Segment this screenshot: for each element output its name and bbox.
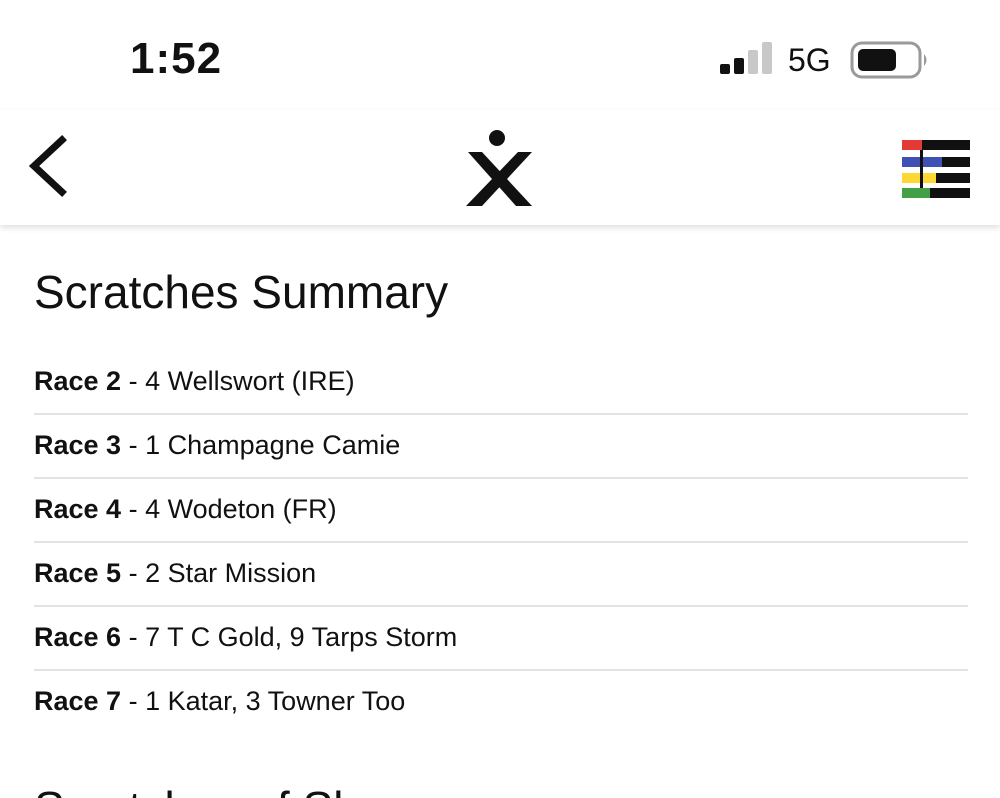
separator: - (121, 686, 146, 716)
network-label: 5G (788, 42, 831, 78)
status-time: 1:52 (130, 34, 223, 83)
race-label: Race 7 (34, 686, 122, 716)
cellular-signal-icon (720, 42, 772, 74)
scratch-row: Race 7 - 1 Katar, 3 Towner Too (34, 671, 968, 733)
separator: - (121, 494, 146, 524)
scratch-list: Race 2 - 4 Wellswort (IRE) Race 3 - 1 Ch… (34, 351, 968, 733)
scratch-row: Race 3 - 1 Champagne Camie (34, 415, 968, 479)
race-label: Race 5 (34, 558, 122, 588)
next-section-heading: Scratches of Sha... (34, 781, 423, 798)
separator: - (121, 366, 146, 396)
scratch-detail: 4 Wodeton (FR) (145, 494, 337, 524)
separator: - (121, 622, 146, 652)
battery-icon (850, 41, 927, 79)
race-label: Race 6 (34, 622, 122, 652)
race-label: Race 4 (34, 494, 122, 524)
striped-menu-icon (902, 140, 970, 198)
scratch-detail: 4 Wellswort (IRE) (145, 366, 355, 396)
scratch-detail: 7 T C Gold, 9 Tarps Storm (145, 622, 458, 652)
menu-button[interactable] (898, 138, 972, 200)
race-label: Race 2 (34, 366, 122, 396)
scratch-row: Race 5 - 2 Star Mission (34, 543, 968, 607)
status-bar: 1:52 5G (0, 0, 1000, 110)
scratch-row: Race 4 - 4 Wodeton (FR) (34, 479, 968, 543)
scratch-detail: 1 Katar, 3 Towner Too (145, 686, 406, 716)
main-content: Scratches Summary Race 2 - 4 Wellswort (… (0, 225, 1000, 798)
separator: - (121, 430, 146, 460)
scratch-detail: 1 Champagne Camie (145, 430, 401, 460)
app-header (0, 110, 1000, 225)
back-button[interactable] (22, 132, 78, 200)
scratch-detail: 2 Star Mission (145, 558, 317, 588)
race-label: Race 3 (34, 430, 122, 460)
scratch-row: Race 6 - 7 T C Gold, 9 Tarps Storm (34, 607, 968, 671)
x-figure-logo (466, 130, 532, 206)
scratch-row: Race 2 - 4 Wellswort (IRE) (34, 351, 968, 415)
page-title: Scratches Summary (34, 266, 449, 318)
chevron-left-icon (28, 135, 67, 197)
separator: - (121, 558, 146, 588)
